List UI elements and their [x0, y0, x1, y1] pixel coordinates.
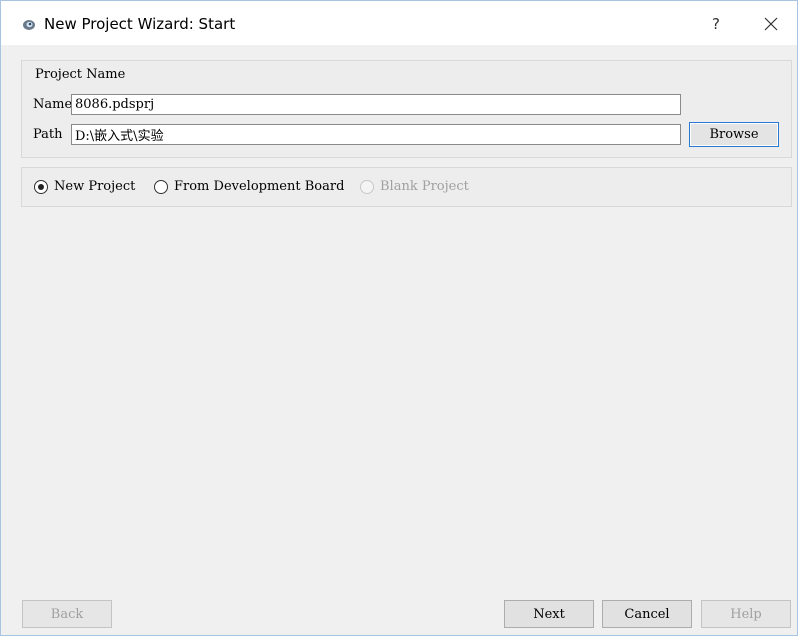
project-type-options: New Project From Development Board Blank…: [21, 167, 792, 207]
title-bar[interactable]: New Project Wizard: Start ?: [1, 1, 797, 45]
context-help-button[interactable]: ?: [701, 11, 731, 37]
close-icon: [764, 17, 778, 31]
group-title: Project Name: [33, 67, 128, 82]
project-name-group: Project Name Name Path Browse: [21, 60, 792, 158]
new-project-radio[interactable]: [34, 180, 48, 194]
next-button[interactable]: Next: [504, 600, 594, 628]
window-title: New Project Wizard: Start: [44, 15, 236, 33]
path-label: Path: [33, 127, 63, 142]
project-path-input[interactable]: [71, 124, 681, 145]
back-button: Back: [22, 600, 112, 628]
from-development-board-label[interactable]: From Development Board: [174, 179, 344, 194]
name-label: Name: [33, 97, 73, 112]
blank-project-label: Blank Project: [380, 179, 469, 194]
blank-project-radio: [360, 180, 374, 194]
cancel-button[interactable]: Cancel: [602, 600, 692, 628]
help-button: Help: [701, 600, 791, 628]
wizard-content-area: [21, 215, 792, 589]
close-button[interactable]: [753, 11, 789, 37]
browse-button[interactable]: Browse: [689, 122, 779, 147]
from-development-board-radio[interactable]: [154, 180, 168, 194]
new-project-label[interactable]: New Project: [54, 179, 135, 194]
proteus-app-icon: [23, 20, 35, 30]
project-name-input[interactable]: [71, 94, 681, 115]
new-project-wizard-dialog: New Project Wizard: Start ? Project Name…: [0, 0, 798, 636]
